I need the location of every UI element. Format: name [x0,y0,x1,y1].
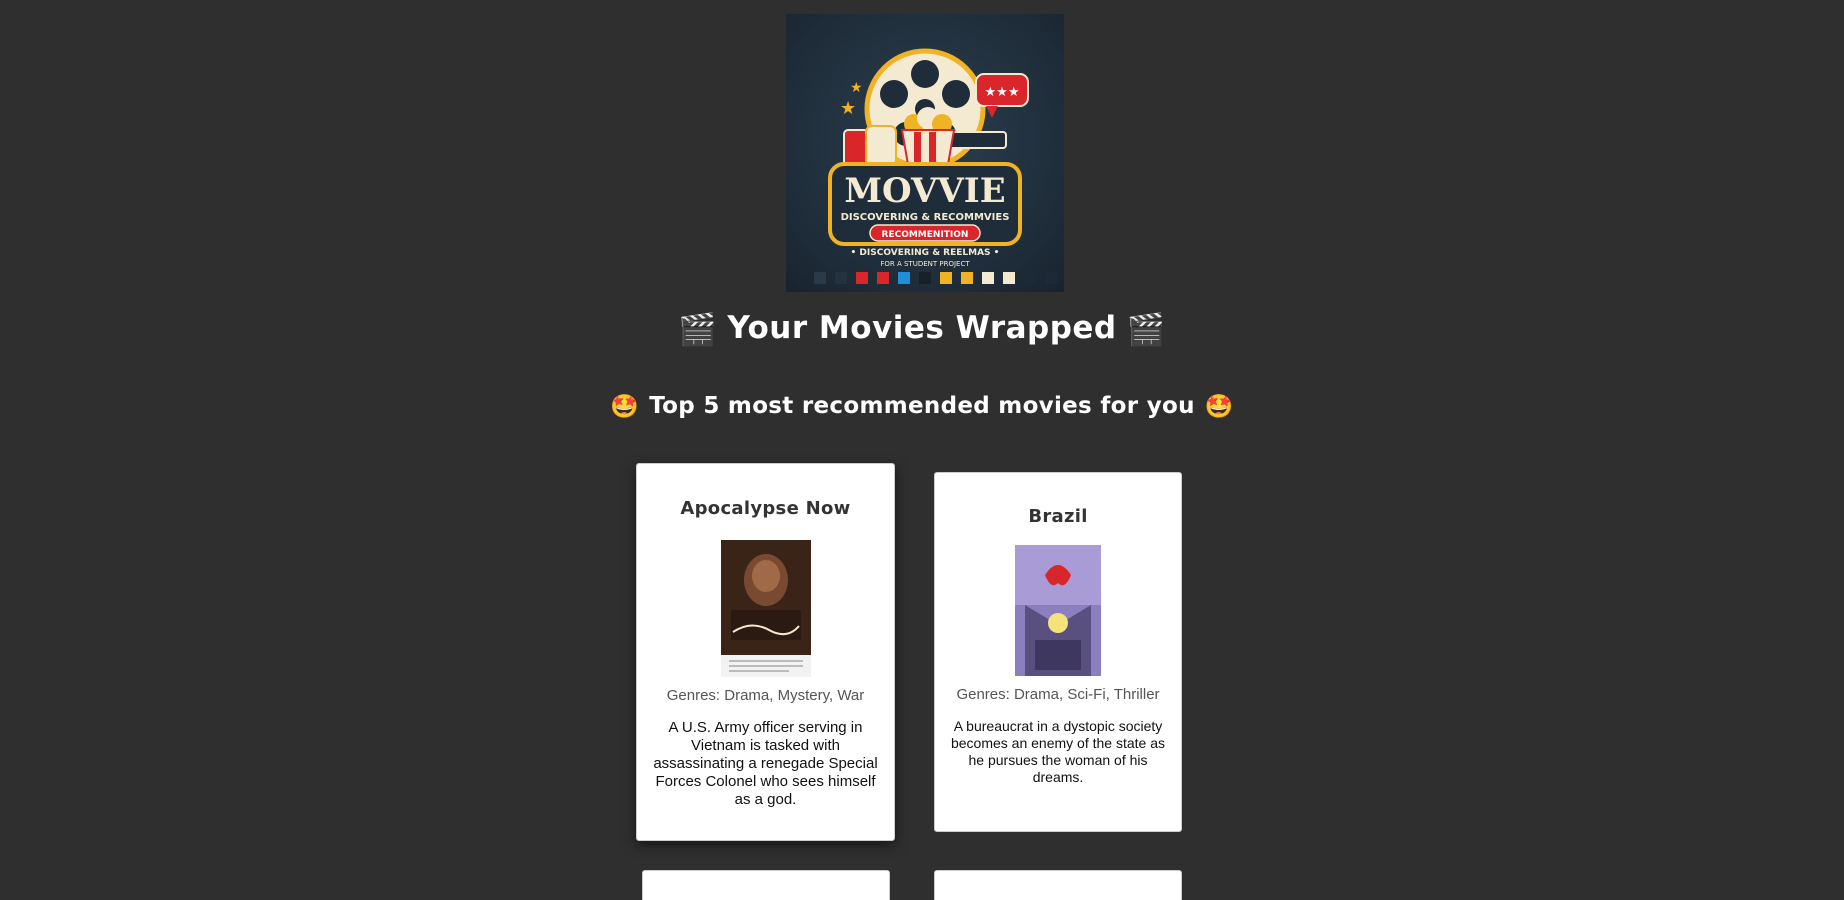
movie-card[interactable]: Apocalypse Now Genres: Drama, Mystery, W… [636,463,895,841]
movie-description: A U.S. Army officer serving in Vietnam i… [653,719,878,808]
logo-color-swatches [814,272,1057,284]
logo-ribbon-text: RECOMMENITION [882,230,969,240]
svg-text:★: ★ [840,98,856,119]
clapperboard-icon: 🎬 [678,312,718,348]
logo-footnote-text: FOR A STUDENT PROJECT [880,260,970,268]
logo-tagline-text: DISCOVERING & RECOMMVIES [841,212,1010,223]
movie-genres: Genres: Drama, Sci-Fi, Thriller [956,686,1160,703]
clapperboard-icon: 🎬 [1126,312,1166,348]
movvie-logo: ★★★ ★ ★ MOVVIE DISCOVERING & RECOMMVIES … [786,14,1064,292]
page: ★★★ ★ ★ MOVVIE DISCOVERING & RECOMMVIES … [0,0,1844,900]
star-struck-icon: 🤩 [610,394,640,420]
logo-graphic: ★★★ ★ ★ MOVVIE DISCOVERING & RECOMMVIES … [814,48,1057,284]
logo-brand-text: MOVVIE [844,171,1005,211]
movie-card[interactable] [642,870,890,900]
movie-description: A bureaucrat in a dystopic society becom… [950,718,1165,785]
page-subtitle-text: Top 5 most recommended movies for you [649,393,1195,419]
star-struck-icon: 🤩 [1204,394,1234,420]
page-title: 🎬 Your Movies Wrapped 🎬 [0,310,1844,348]
svg-text:★★★: ★★★ [985,85,1020,100]
movie-card[interactable] [934,870,1182,900]
svg-text:★: ★ [850,80,863,96]
movie-title: Brazil [1028,506,1088,527]
movie-poster [720,540,811,677]
movie-card[interactable]: Brazil Genres: Drama, Sci-Fi, Thriller A… [934,472,1182,832]
movie-poster [1015,545,1101,676]
movie-title: Apocalypse Now [680,498,851,519]
movie-genres: Genres: Drama, Mystery, War [666,687,865,704]
page-subtitle: 🤩 Top 5 most recommended movies for you 🤩 [0,393,1844,420]
page-title-text: Your Movies Wrapped [727,310,1117,346]
logo-subline-text: • DISCOVERING & REELMAS • [851,248,1000,258]
